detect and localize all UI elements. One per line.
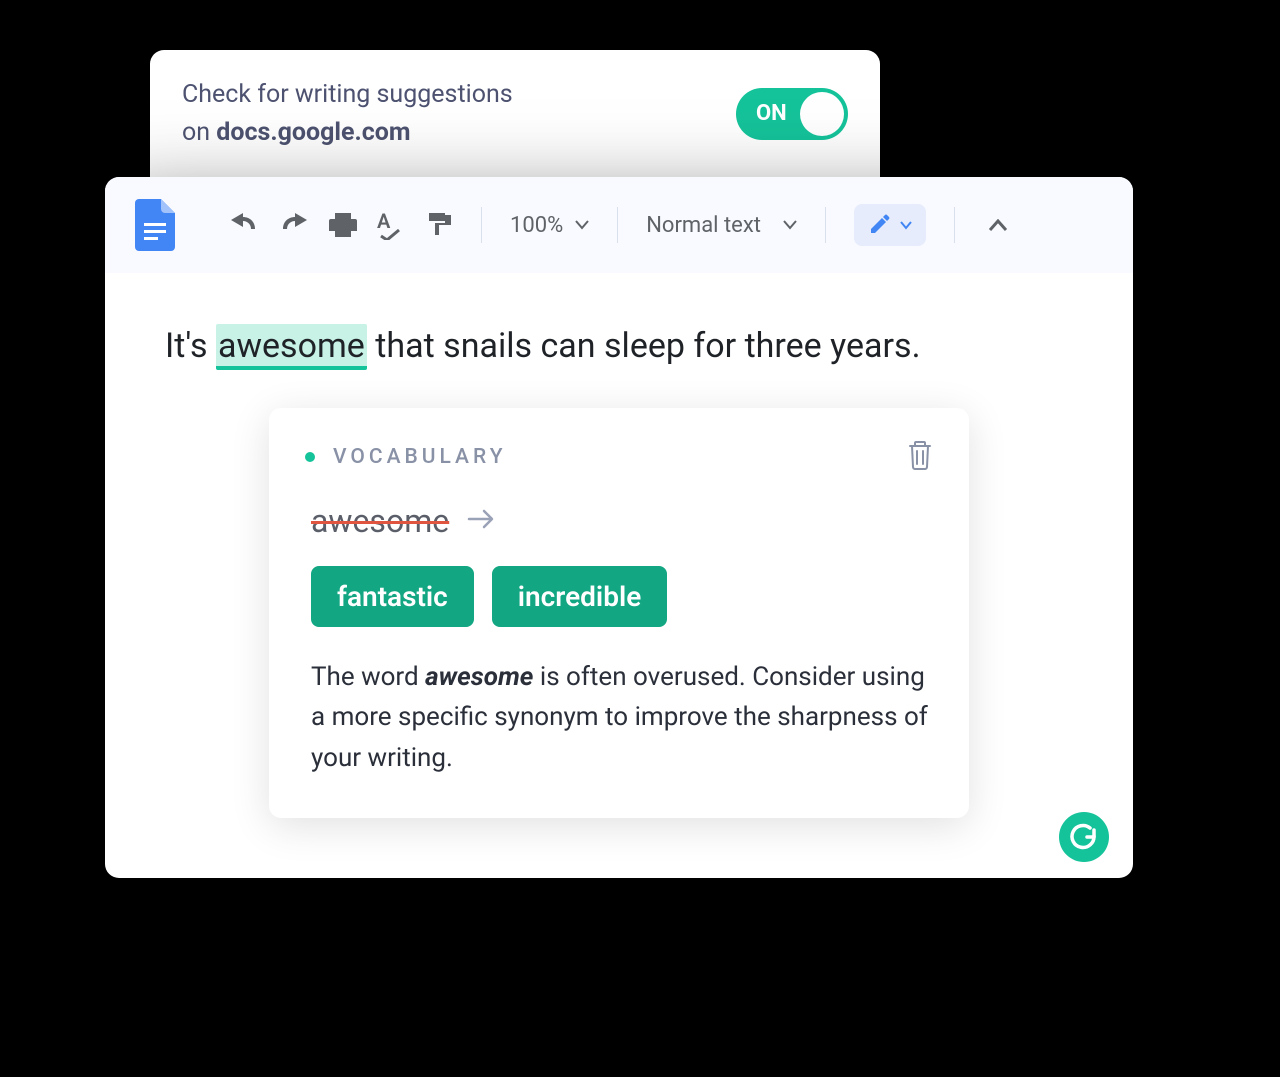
card-category: VOCABULARY (333, 445, 507, 469)
grammarly-badge[interactable] (1059, 812, 1109, 862)
toolbar-separator (954, 207, 955, 243)
highlighted-word[interactable]: awesome (216, 324, 367, 370)
toolbar-separator (481, 207, 482, 243)
suggestion-pills: fantastic incredible (311, 566, 933, 627)
print-icon[interactable] (329, 211, 357, 239)
spellcheck-icon[interactable]: A (377, 210, 405, 240)
desc-prefix: The word (311, 662, 425, 692)
arrow-right-icon (467, 508, 495, 534)
settings-text-line1: Check for writing suggestions (182, 80, 513, 109)
strike-row: awesome (311, 502, 933, 540)
pencil-icon (868, 214, 890, 236)
original-word: awesome (311, 502, 449, 540)
google-docs-icon (135, 199, 175, 251)
suggestions-toggle[interactable]: ON (736, 88, 848, 140)
grammarly-icon (1069, 822, 1099, 852)
zoom-value: 100% (510, 213, 563, 238)
text-style-selector[interactable]: Normal text (646, 213, 797, 238)
extension-settings-text: Check for writing suggestions on docs.go… (182, 76, 513, 151)
toolbar-actions: A (229, 210, 453, 240)
chevron-down-icon (783, 220, 797, 230)
redo-icon[interactable] (279, 213, 309, 237)
collapse-toolbar-icon[interactable] (989, 216, 1007, 235)
editing-mode-button[interactable] (854, 204, 926, 246)
chevron-down-icon (900, 221, 912, 230)
text-style-value: Normal text (646, 213, 761, 238)
toolbar-separator (617, 207, 618, 243)
card-description: The word awesome is often overused. Cons… (311, 657, 933, 778)
undo-icon[interactable] (229, 213, 259, 237)
sentence-suffix: that snails can sleep for three years. (367, 326, 921, 366)
docs-toolbar: A 100% Normal text (105, 177, 1133, 273)
settings-domain: docs.google.com (216, 118, 410, 147)
category-dot (305, 452, 315, 462)
suggestion-pill-incredible[interactable]: incredible (492, 566, 668, 627)
docs-window: A 100% Normal text (105, 177, 1133, 878)
sentence-prefix: It's (165, 326, 216, 366)
toggle-knob (800, 92, 844, 136)
toolbar-separator (825, 207, 826, 243)
toggle-label: ON (756, 101, 787, 126)
document-sentence: It's awesome that snails can sleep for t… (165, 321, 1073, 372)
zoom-selector[interactable]: 100% (510, 213, 589, 238)
trash-icon[interactable] (907, 440, 933, 474)
chevron-down-icon (575, 220, 589, 230)
document-body[interactable]: It's awesome that snails can sleep for t… (105, 273, 1133, 838)
card-header: VOCABULARY (305, 440, 933, 474)
desc-bold-word: awesome (425, 662, 533, 692)
settings-text-line2-prefix: on (182, 118, 216, 147)
paint-format-icon[interactable] (425, 211, 453, 239)
card-header-left: VOCABULARY (305, 445, 507, 469)
svg-text:A: A (377, 210, 391, 233)
suggestion-pill-fantastic[interactable]: fantastic (311, 566, 474, 627)
suggestion-card: VOCABULARY awesome fantastic incredible (269, 408, 969, 818)
